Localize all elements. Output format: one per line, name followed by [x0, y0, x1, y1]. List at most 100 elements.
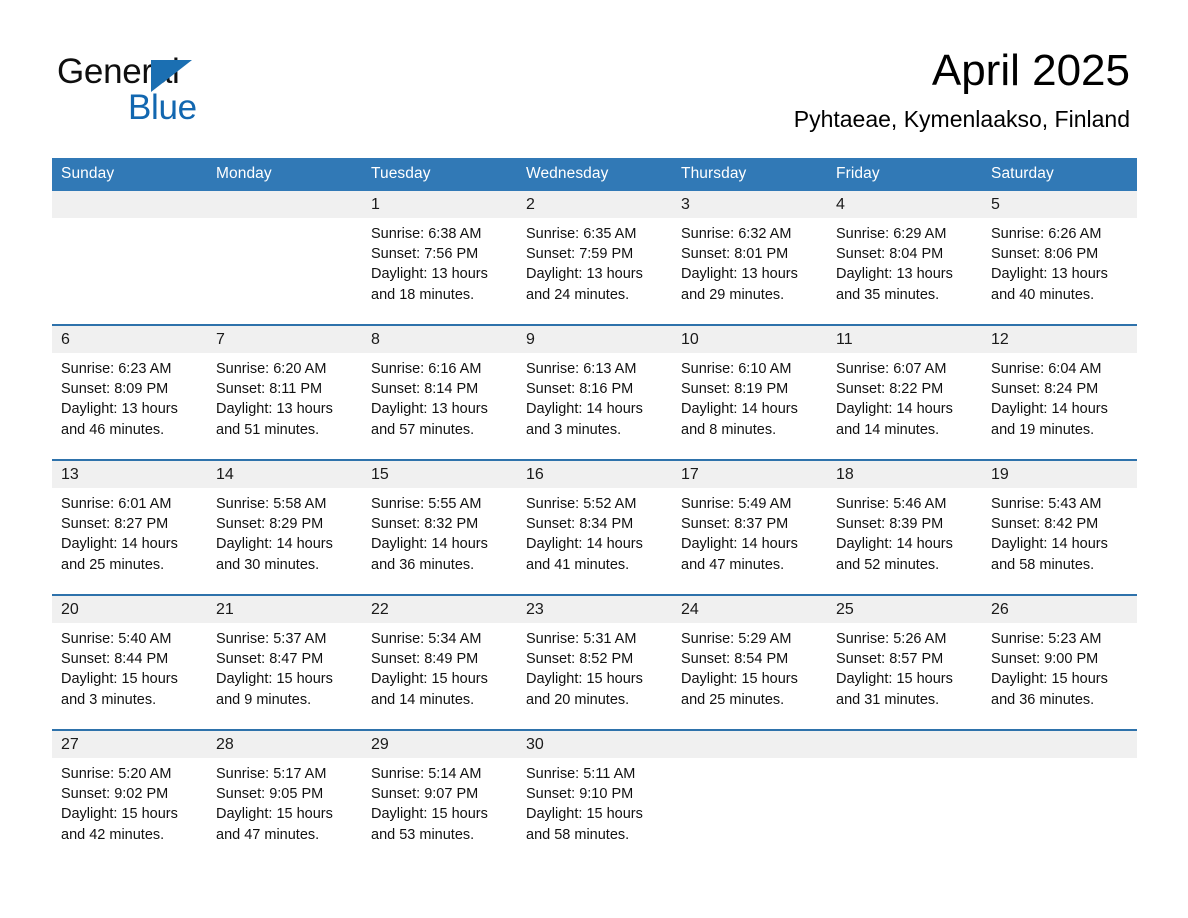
day-cell[interactable]: 10 Sunrise: 6:10 AM Sunset: 8:19 PM Dayligh… [672, 324, 827, 460]
sunrise-text: Sunrise: 6:38 AM [371, 226, 482, 242]
day-cell[interactable]: 29 Sunrise: 5:14 AM Sunset: 9:07 PM Dayligh… [362, 729, 517, 864]
daylight-text: Daylight: 13 hours [371, 266, 488, 283]
daylight-text-cont: and 31 minutes. [836, 691, 940, 708]
day-details: Sunrise: 5:34 AM Sunset: 8:49 PM Daylight:… [362, 623, 517, 710]
sunset-text: Sunset: 8:52 PM [526, 651, 634, 668]
daylight-text: Daylight: 13 hours [681, 266, 798, 283]
day-details [982, 758, 1137, 764]
day-details: Sunrise: 6:26 AM Sunset: 8:06 PM Daylight:… [982, 218, 1137, 305]
sunset-text: Sunset: 7:56 PM [371, 246, 479, 263]
page-header: General Blue April 2025 Pyhtaeae, Kymenl… [0, 0, 1188, 158]
day-cell[interactable]: 6 Sunrise: 6:23 AM Sunset: 8:09 PM Daylight… [52, 324, 207, 460]
day-cell[interactable]: 23 Sunrise: 5:31 AM Sunset: 8:52 PM Dayligh… [517, 594, 672, 730]
sunrise-text: Sunrise: 6:10 AM [681, 361, 792, 377]
weekday-header-wednesday: Wednesday [517, 158, 672, 191]
sunset-text: Sunset: 8:11 PM [216, 381, 323, 398]
day-cell[interactable]: 15 Sunrise: 5:55 AM Sunset: 8:32 PM Dayligh… [362, 459, 517, 595]
daylight-text: Daylight: 13 hours [991, 266, 1108, 283]
daylight-text: Daylight: 15 hours [61, 671, 178, 688]
sunset-text: Sunset: 8:04 PM [836, 246, 944, 263]
sunrise-text: Sunrise: 5:20 AM [61, 766, 172, 782]
day-cell[interactable]: 3 Sunrise: 6:32 AM Sunset: 8:01 PM Daylight… [672, 191, 827, 325]
day-cell[interactable] [52, 191, 207, 325]
day-cell[interactable]: 1 Sunrise: 6:38 AM Sunset: 7:56 PM Daylight… [362, 191, 517, 325]
day-cell[interactable]: 17 Sunrise: 5:49 AM Sunset: 8:37 PM Dayligh… [672, 459, 827, 595]
day-number: 25 [827, 596, 982, 623]
day-cell[interactable]: 27 Sunrise: 5:20 AM Sunset: 9:02 PM Dayligh… [52, 729, 207, 864]
day-cell[interactable]: 21 Sunrise: 5:37 AM Sunset: 8:47 PM Dayligh… [207, 594, 362, 730]
location-subtitle: Pyhtaeae, Kymenlaakso, Finland [793, 106, 1130, 132]
daylight-text-cont: and 14 minutes. [371, 691, 475, 708]
day-number: 21 [207, 596, 362, 623]
sunset-text: Sunset: 8:54 PM [681, 651, 789, 668]
sunset-text: Sunset: 8:42 PM [991, 516, 1099, 533]
daylight-text-cont: and 52 minutes. [836, 556, 940, 573]
sunset-text: Sunset: 8:57 PM [836, 651, 944, 668]
day-cell[interactable] [207, 191, 362, 325]
sunset-text: Sunset: 8:06 PM [991, 246, 1099, 263]
week-row: 1 Sunrise: 6:38 AM Sunset: 7:56 PM Daylight… [52, 191, 1137, 325]
sunset-text: Sunset: 8:49 PM [371, 651, 479, 668]
daylight-text: Daylight: 13 hours [526, 266, 643, 283]
day-cell[interactable]: 22 Sunrise: 5:34 AM Sunset: 8:49 PM Dayligh… [362, 594, 517, 730]
sunset-text: Sunset: 9:05 PM [216, 786, 324, 803]
day-cell[interactable]: 24 Sunrise: 5:29 AM Sunset: 8:54 PM Dayligh… [672, 594, 827, 730]
day-cell[interactable]: 19 Sunrise: 5:43 AM Sunset: 8:42 PM Dayligh… [982, 459, 1137, 595]
day-number: 15 [362, 461, 517, 488]
day-cell[interactable]: 16 Sunrise: 5:52 AM Sunset: 8:34 PM Dayligh… [517, 459, 672, 595]
daylight-text: Daylight: 13 hours [371, 401, 488, 418]
day-cell[interactable]: 5 Sunrise: 6:26 AM Sunset: 8:06 PM Daylight… [982, 191, 1137, 325]
weekday-header-thursday: Thursday [672, 158, 827, 191]
sunrise-text: Sunrise: 6:04 AM [991, 361, 1102, 377]
day-number: 3 [672, 191, 827, 218]
day-cell[interactable]: 28 Sunrise: 5:17 AM Sunset: 9:05 PM Dayligh… [207, 729, 362, 864]
daylight-text: Daylight: 14 hours [836, 401, 953, 418]
day-cell[interactable]: 26 Sunrise: 5:23 AM Sunset: 9:00 PM Dayligh… [982, 594, 1137, 730]
day-cell[interactable]: 4 Sunrise: 6:29 AM Sunset: 8:04 PM Daylight… [827, 191, 982, 325]
sunrise-text: Sunrise: 5:31 AM [526, 631, 637, 647]
day-number: 12 [982, 326, 1137, 353]
day-details: Sunrise: 5:20 AM Sunset: 9:02 PM Daylight:… [52, 758, 207, 845]
day-cell[interactable]: 25 Sunrise: 5:26 AM Sunset: 8:57 PM Dayligh… [827, 594, 982, 730]
day-number: 13 [52, 461, 207, 488]
daylight-text-cont: and 40 minutes. [991, 286, 1095, 303]
daylight-text: Daylight: 15 hours [681, 671, 798, 688]
general-blue-logo[interactable]: General Blue [57, 52, 317, 132]
daylight-text: Daylight: 15 hours [991, 671, 1108, 688]
calendar-grid: Sunday Monday Tuesday Wednesday Thursday… [52, 158, 1137, 864]
weekday-header-tuesday: Tuesday [362, 158, 517, 191]
day-cell[interactable]: 13 Sunrise: 6:01 AM Sunset: 8:27 PM Dayligh… [52, 459, 207, 595]
day-number [207, 191, 362, 218]
day-cell[interactable]: 7 Sunrise: 6:20 AM Sunset: 8:11 PM Daylight… [207, 324, 362, 460]
day-details: Sunrise: 5:55 AM Sunset: 8:32 PM Daylight:… [362, 488, 517, 575]
weekday-header-saturday: Saturday [982, 158, 1137, 191]
daylight-text-cont: and 46 minutes. [61, 421, 165, 438]
day-cell[interactable]: 20 Sunrise: 5:40 AM Sunset: 8:44 PM Dayligh… [52, 594, 207, 730]
day-cell[interactable]: 9 Sunrise: 6:13 AM Sunset: 8:16 PM Daylight… [517, 324, 672, 460]
day-cell[interactable]: 11 Sunrise: 6:07 AM Sunset: 8:22 PM Dayligh… [827, 324, 982, 460]
daylight-text: Daylight: 15 hours [216, 806, 333, 823]
day-number [672, 731, 827, 758]
daylight-text-cont: and 53 minutes. [371, 826, 475, 843]
daylight-text-cont: and 47 minutes. [216, 826, 320, 843]
day-cell[interactable] [672, 729, 827, 864]
day-cell[interactable]: 8 Sunrise: 6:16 AM Sunset: 8:14 PM Daylight… [362, 324, 517, 460]
day-number: 28 [207, 731, 362, 758]
day-number: 2 [517, 191, 672, 218]
day-cell[interactable]: 14 Sunrise: 5:58 AM Sunset: 8:29 PM Dayligh… [207, 459, 362, 595]
daylight-text-cont: and 58 minutes. [526, 826, 630, 843]
sunrise-text: Sunrise: 6:20 AM [216, 361, 327, 377]
day-cell[interactable]: 2 Sunrise: 6:35 AM Sunset: 7:59 PM Daylight… [517, 191, 672, 325]
day-cell[interactable]: 30 Sunrise: 5:11 AM Sunset: 9:10 PM Dayligh… [517, 729, 672, 864]
day-cell[interactable]: 12 Sunrise: 6:04 AM Sunset: 8:24 PM Dayligh… [982, 324, 1137, 460]
day-number: 30 [517, 731, 672, 758]
day-cell[interactable] [982, 729, 1137, 864]
sunrise-text: Sunrise: 5:43 AM [991, 496, 1102, 512]
week-row: 27 Sunrise: 5:20 AM Sunset: 9:02 PM Dayligh… [52, 729, 1137, 864]
day-details: Sunrise: 6:04 AM Sunset: 8:24 PM Daylight:… [982, 353, 1137, 440]
day-cell[interactable]: 18 Sunrise: 5:46 AM Sunset: 8:39 PM Dayligh… [827, 459, 982, 595]
sunrise-text: Sunrise: 6:23 AM [61, 361, 172, 377]
day-details: Sunrise: 5:58 AM Sunset: 8:29 PM Daylight:… [207, 488, 362, 575]
sunrise-text: Sunrise: 5:40 AM [61, 631, 172, 647]
day-cell[interactable] [827, 729, 982, 864]
